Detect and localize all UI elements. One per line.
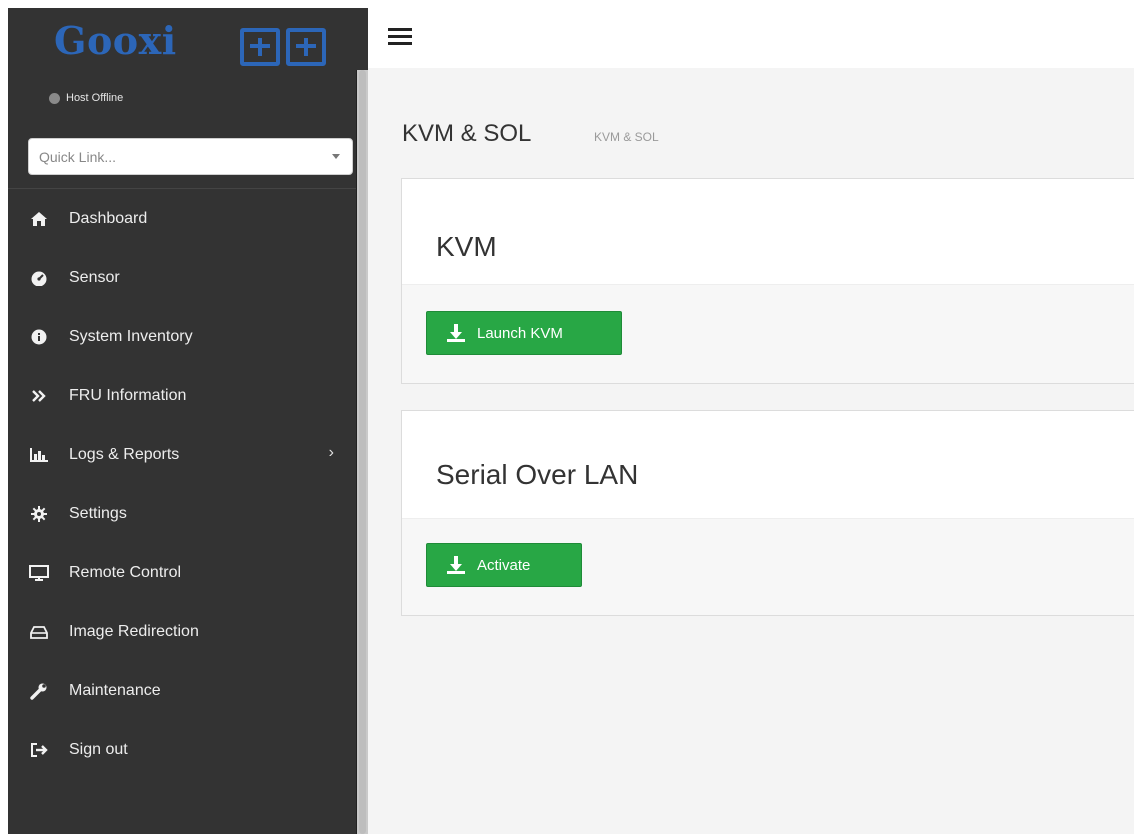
- bar-chart-icon: [28, 445, 50, 465]
- sidebar-item-label: Logs & Reports: [69, 445, 180, 463]
- page-breadcrumb: KVM & SOL: [594, 130, 659, 144]
- hamburger-menu-icon[interactable]: [388, 28, 412, 46]
- host-status: Host Offline: [49, 92, 123, 104]
- status-dot-icon: [49, 92, 60, 104]
- kvm-panel-title: KVM: [436, 231, 497, 262]
- download-icon: [447, 556, 465, 574]
- logo-text: Gooxi: [54, 18, 177, 63]
- chevron-down-icon: [332, 154, 340, 159]
- sidebar-item-dashboard[interactable]: Dashboard: [8, 189, 356, 248]
- launch-kvm-label: Launch KVM: [477, 324, 563, 342]
- sidebar-item-fru-information[interactable]: FRU Information: [8, 366, 356, 425]
- sidebar-item-label: Image Redirection: [69, 622, 199, 640]
- top-bar: [368, 8, 1134, 68]
- sol-panel-title: Serial Over LAN: [436, 459, 639, 490]
- sidebar-item-label: Settings: [69, 504, 127, 522]
- sidebar-menu: Dashboard Sensor System Inventory FRU In…: [8, 189, 356, 779]
- kvm-panel-header: KVM: [402, 179, 1134, 285]
- sidebar-item-maintenance[interactable]: Maintenance: [8, 661, 356, 720]
- sidebar-item-sensor[interactable]: Sensor: [8, 248, 356, 307]
- sign-out-icon: [28, 740, 50, 760]
- download-icon: [447, 324, 465, 342]
- brand-logo[interactable]: Gooxi: [8, 8, 356, 78]
- wrench-icon: [28, 681, 50, 701]
- gear-icon: [28, 504, 50, 524]
- sidebar-item-label: Dashboard: [69, 209, 148, 227]
- sidebar-scrollbar[interactable]: [356, 70, 368, 834]
- activate-sol-button[interactable]: Activate: [426, 543, 582, 587]
- info-icon: [28, 327, 50, 347]
- hdd-icon: [28, 622, 50, 642]
- scrollbar-thumb[interactable]: [359, 70, 366, 834]
- activate-label: Activate: [477, 556, 531, 574]
- sidebar-item-remote-control[interactable]: Remote Control: [8, 543, 356, 602]
- sidebar-item-logs-reports[interactable]: Logs & Reports ›: [8, 425, 356, 484]
- sidebar-item-label: Sensor: [69, 268, 120, 286]
- quick-link-select[interactable]: Quick Link...: [28, 138, 353, 175]
- logo-chinese-glyphs: [240, 28, 326, 66]
- sidebar-item-sign-out[interactable]: Sign out: [8, 720, 356, 779]
- logo-glyph: [286, 28, 326, 66]
- page-title: KVM & SOL: [402, 120, 532, 147]
- launch-kvm-button[interactable]: Launch KVM: [426, 311, 622, 355]
- sidebar-item-label: FRU Information: [69, 386, 187, 404]
- chevron-right-icon: ›: [328, 444, 334, 461]
- sidebar-item-label: Remote Control: [69, 563, 182, 581]
- sidebar-item-label: Maintenance: [69, 681, 161, 699]
- sidebar-item-image-redirection[interactable]: Image Redirection: [8, 602, 356, 661]
- home-icon: [28, 209, 50, 229]
- sol-panel-header: Serial Over LAN: [402, 411, 1134, 519]
- host-status-label: Host Offline: [66, 92, 124, 104]
- quick-link-placeholder: Quick Link...: [39, 149, 117, 165]
- sidebar-item-label: System Inventory: [69, 327, 193, 345]
- sol-panel: Serial Over LAN Activate: [401, 410, 1134, 616]
- logo-glyph: [240, 28, 280, 66]
- double-chevron-right-icon: [28, 386, 50, 406]
- sidebar-item-settings[interactable]: Settings: [8, 484, 356, 543]
- sidebar-item-label: Sign out: [69, 740, 128, 758]
- main-content: KVM & SOL KVM & SOL KVM Launch KVM Seria…: [368, 68, 1134, 834]
- kvm-panel: KVM Launch KVM: [401, 178, 1134, 384]
- gauge-icon: [28, 268, 50, 288]
- sidebar: Gooxi Host Offline Quick Link... Dashboa…: [8, 8, 368, 834]
- sidebar-item-system-inventory[interactable]: System Inventory: [8, 307, 356, 366]
- monitor-icon: [28, 563, 50, 583]
